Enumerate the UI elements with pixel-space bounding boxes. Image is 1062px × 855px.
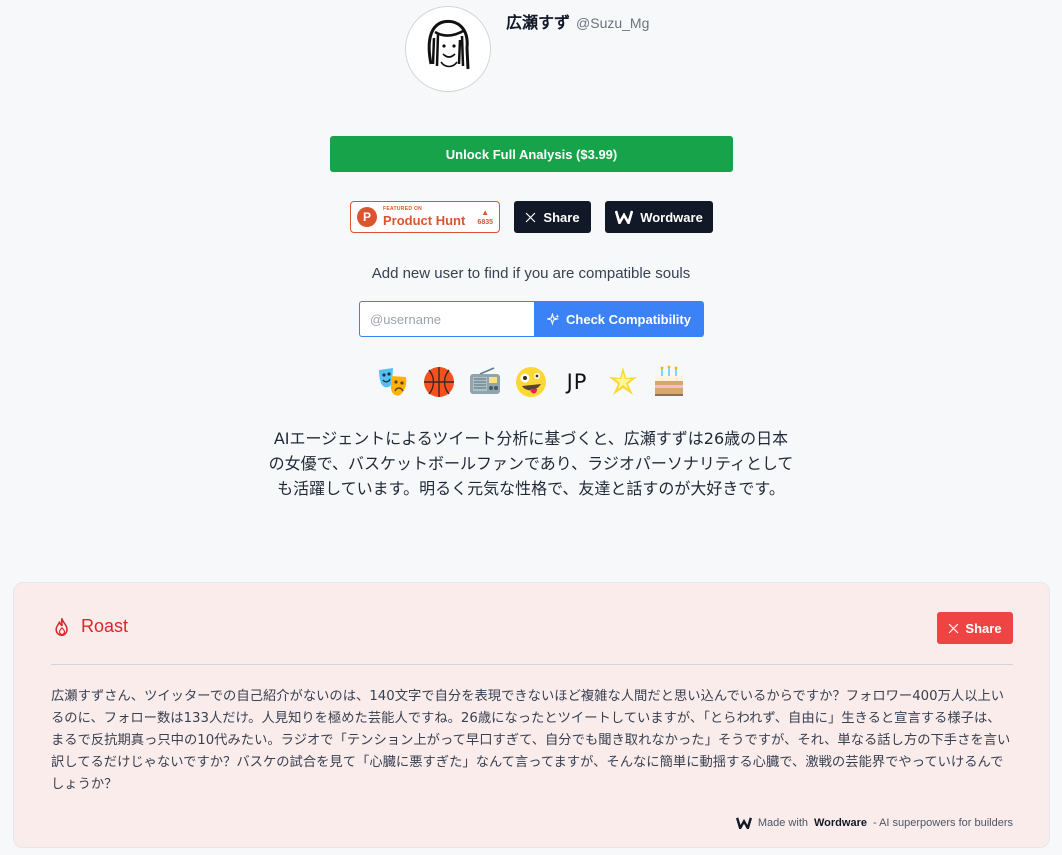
product-hunt-vote-count: 6835 [477, 218, 493, 226]
check-compatibility-label: Check Compatibility [566, 311, 691, 327]
avatar [405, 6, 491, 92]
share-label: Share [543, 209, 580, 225]
radio-icon [468, 365, 502, 399]
wordware-logo-icon [615, 210, 634, 224]
emoji-row: JP [0, 365, 1062, 399]
zany-face-icon [514, 365, 548, 399]
compatibility-prompt: Add new user to find if you are compatib… [371, 265, 691, 282]
username-input[interactable] [359, 301, 534, 337]
profile-summary: AIエージェントによるツイート分析に基づくと、広瀬すずは26歳の日本の女優で、バ… [268, 429, 794, 498]
country-code-text: JP [566, 370, 588, 394]
product-hunt-logo-icon: P [357, 207, 377, 227]
flame-icon [55, 617, 68, 636]
sparkle-star-icon [606, 365, 640, 399]
wordware-label: Wordware [640, 209, 703, 225]
unlock-full-analysis-button[interactable]: Unlock Full Analysis ($3.99) [330, 136, 733, 172]
roast-title: Roast [81, 616, 129, 636]
roast-header: Roast [52, 616, 128, 637]
birthday-cake-icon [652, 365, 686, 399]
product-hunt-votes: ▲ 6835 [477, 207, 493, 226]
roast-footer: Made with Wordware - AI superpowers for … [735, 817, 1013, 829]
product-hunt-badge[interactable]: P FEATURED ON Product Hunt ▲ 6835 [350, 201, 500, 233]
x-logo-icon [526, 212, 536, 222]
roast-share-button[interactable]: Share [937, 612, 1013, 644]
basketball-icon [422, 365, 456, 399]
x-logo-icon [949, 623, 959, 633]
roast-card: Roast Share 広瀬すずさん、ツイッターでの自己紹介がないのは、140文… [13, 582, 1050, 848]
avatar-sketch-icon [427, 19, 470, 70]
footer-brand-link[interactable]: Wordware [814, 817, 867, 829]
product-hunt-text: FEATURED ON Product Hunt [383, 206, 466, 228]
roast-share-label: Share [965, 620, 1002, 636]
check-compatibility-button[interactable]: Check Compatibility [534, 301, 704, 337]
footer-prefix: Made with [757, 817, 808, 829]
product-hunt-name: Product Hunt [383, 213, 466, 228]
profile-display-name: 広瀬すず [506, 13, 571, 32]
wordware-logo-icon [735, 817, 752, 829]
product-hunt-featured-label: FEATURED ON [383, 206, 423, 212]
share-on-x-button[interactable]: Share [514, 201, 591, 233]
roast-divider [51, 664, 1013, 665]
profile-name-row: 広瀬すず @Suzu_Mg [506, 9, 649, 33]
upvote-arrow-icon: ▲ [481, 207, 490, 217]
sparkles-icon [547, 312, 560, 326]
footer-suffix: - AI superpowers for builders [872, 817, 1013, 829]
roast-body: 広瀬すずさん、ツイッターでの自己紹介がないのは、140文字で自分を表現できないほ… [51, 689, 1011, 792]
profile-handle: @Suzu_Mg [576, 15, 650, 31]
wordware-button[interactable]: Wordware [605, 201, 713, 233]
performing-arts-icon [376, 365, 410, 399]
